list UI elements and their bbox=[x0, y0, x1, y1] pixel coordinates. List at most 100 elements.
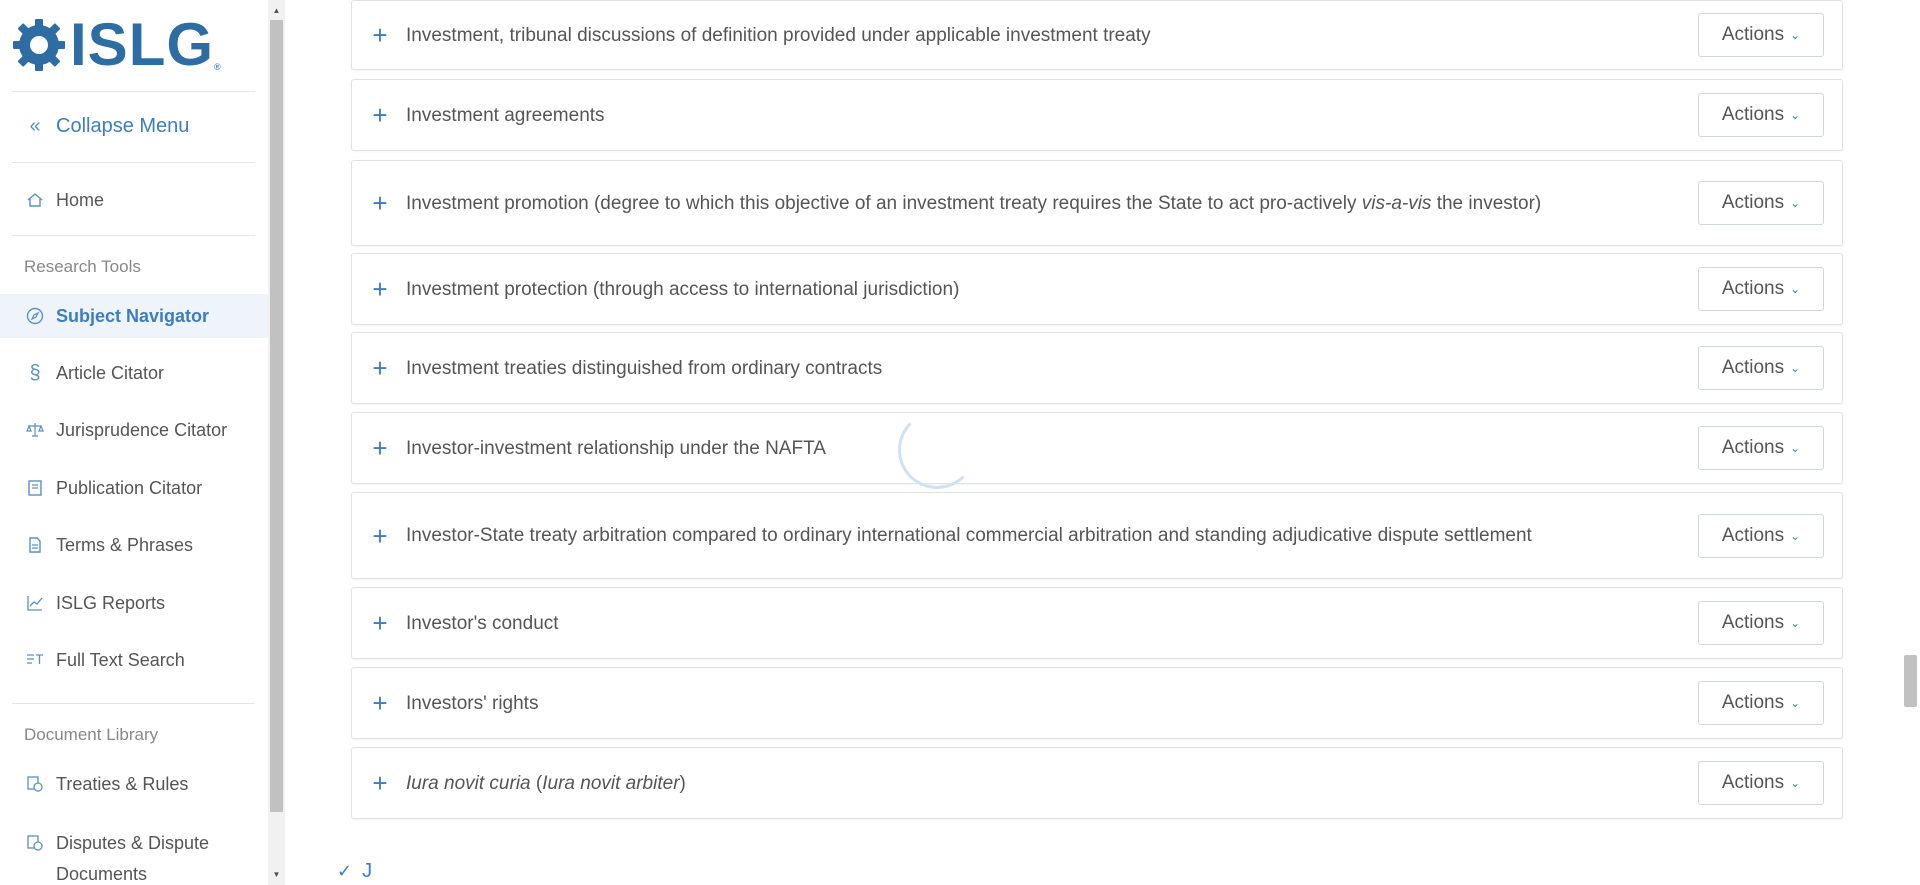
subject-row[interactable]: + Iura novit curia (Iura novit arbiter) … bbox=[351, 747, 1843, 819]
actions-dropdown-button[interactable]: Actions ⌄ bbox=[1698, 267, 1824, 311]
chevron-down-icon: ⌄ bbox=[1790, 28, 1801, 42]
subject-list: + Investment, tribunal discussions of de… bbox=[285, 0, 1901, 885]
sidebar-scrollbar-thumb[interactable] bbox=[270, 20, 283, 812]
sidebar-item-label: Full Text Search bbox=[56, 649, 185, 670]
subject-row[interactable]: + Investment agreements Actions ⌄ bbox=[351, 79, 1843, 151]
actions-dropdown-button[interactable]: Actions ⌄ bbox=[1698, 513, 1824, 558]
actions-dropdown-button[interactable]: Actions ⌄ bbox=[1698, 681, 1824, 725]
collapse-menu-label: Collapse Menu bbox=[56, 114, 190, 137]
expand-plus-icon[interactable]: + bbox=[370, 523, 390, 549]
research-tools-heading: Research Tools bbox=[24, 257, 141, 276]
disputes-icon bbox=[24, 832, 46, 854]
chevron-down-icon: ⌄ bbox=[1790, 441, 1801, 455]
subject-label: Investor-State treaty arbitration compar… bbox=[406, 525, 1532, 546]
sidebar-divider bbox=[12, 91, 255, 92]
double-chevron-left-icon: « bbox=[29, 114, 41, 137]
document-icon bbox=[24, 534, 46, 556]
expand-plus-icon[interactable]: + bbox=[370, 102, 390, 128]
subject-row[interactable]: + Investor-State treaty arbitration comp… bbox=[351, 492, 1843, 579]
subject-label: Investors' rights bbox=[406, 692, 539, 714]
sidebar-item-subject-navigator[interactable]: Subject Navigator bbox=[0, 294, 268, 338]
subject-label: Investor's conduct bbox=[406, 612, 559, 634]
sidebar-divider bbox=[12, 703, 255, 704]
subject-label-italic: Iura novit curia bbox=[406, 772, 531, 794]
subject-label-italic: Iura novit arbiter bbox=[542, 772, 680, 794]
expand-plus-icon[interactable]: + bbox=[370, 276, 390, 302]
logo-wordmark: ISLG bbox=[70, 11, 215, 78]
actions-label: Actions bbox=[1721, 192, 1785, 213]
sidebar-item-terms-phrases[interactable]: Terms & Phrases bbox=[0, 523, 268, 567]
subject-label: Investment treaties distinguished from o… bbox=[406, 357, 883, 379]
subject-row[interactable]: + Investment, tribunal discussions of de… bbox=[351, 0, 1843, 70]
sidebar-item-label: Treaties & Rules bbox=[56, 773, 189, 794]
logo-registered-mark: ® bbox=[214, 62, 221, 72]
subject-row[interactable]: + Investor-investment relationship under… bbox=[351, 412, 1843, 484]
islg-logo[interactable]: ISLG ® bbox=[12, 11, 221, 78]
scroll-up-arrow-icon[interactable]: ▲ bbox=[268, 2, 285, 19]
actions-dropdown-button[interactable]: Actions ⌄ bbox=[1698, 13, 1824, 57]
subject-row[interactable]: + Investment treaties distinguished from… bbox=[351, 332, 1843, 404]
chevron-down-icon: ⌄ bbox=[1790, 361, 1801, 375]
book-icon bbox=[24, 477, 46, 499]
sidebar-item-full-text-search[interactable]: Full Text Search bbox=[0, 638, 268, 682]
sidebar-item-home[interactable]: Home bbox=[0, 178, 268, 222]
sidebar-item-publication-citator[interactable]: Publication Citator bbox=[0, 466, 268, 510]
subject-label: Iura novit curia (Iura novit arbiter) bbox=[406, 769, 1842, 798]
document-library-heading: Document Library bbox=[24, 725, 159, 744]
subject-label: Investment, tribunal discussions of defi… bbox=[406, 24, 1151, 46]
expand-plus-icon[interactable]: + bbox=[370, 610, 390, 636]
sidebar-item-article-citator[interactable]: § Article Citator bbox=[0, 351, 268, 395]
sidebar-item-treaties-rules[interactable]: Treaties & Rules bbox=[0, 762, 268, 806]
sidebar-item-label: ISLG Reports bbox=[56, 592, 166, 613]
loading-spinner bbox=[898, 411, 976, 489]
chevron-down-icon: ⌄ bbox=[1790, 196, 1801, 210]
actions-label: Actions bbox=[1721, 524, 1785, 546]
actions-dropdown-button[interactable]: Actions ⌄ bbox=[1698, 426, 1824, 470]
sidebar-item-jurisprudence-citator[interactable]: Jurisprudence Citator bbox=[0, 408, 268, 452]
chevron-down-icon: ⌄ bbox=[1790, 528, 1801, 543]
sidebar-scrollbar[interactable]: ▲ ▼ bbox=[268, 0, 285, 885]
subject-label-part: ( bbox=[530, 772, 543, 794]
actions-label: Actions bbox=[1721, 24, 1785, 45]
subject-row[interactable]: + Investor's conduct Actions ⌄ bbox=[351, 587, 1843, 659]
sidebar-item-disputes[interactable]: Disputes & Dispute Documents bbox=[0, 820, 268, 885]
subject-row[interactable]: + Investment promotion (degree to which … bbox=[351, 160, 1843, 246]
collapse-menu-button[interactable]: « Collapse Menu bbox=[0, 104, 268, 148]
actions-dropdown-button[interactable]: Actions ⌄ bbox=[1698, 346, 1824, 390]
subject-row[interactable]: + Investment protection (through access … bbox=[351, 253, 1843, 325]
expand-plus-icon[interactable]: + bbox=[370, 770, 390, 796]
scales-icon bbox=[24, 419, 46, 441]
page-scrollbar[interactable] bbox=[1901, 0, 1920, 885]
subject-label: Investor-investment relationship under t… bbox=[406, 437, 826, 459]
chevron-down-icon: ⌄ bbox=[1790, 108, 1801, 122]
expand-plus-icon[interactable]: + bbox=[370, 435, 390, 461]
chevron-down-icon: ⌄ bbox=[1790, 282, 1801, 296]
letter-section-toggle[interactable]: ✓ J bbox=[337, 860, 372, 883]
compass-icon bbox=[24, 305, 46, 327]
expand-plus-icon[interactable]: + bbox=[370, 355, 390, 381]
actions-dropdown-button[interactable]: Actions ⌄ bbox=[1698, 601, 1824, 645]
sidebar-divider bbox=[12, 235, 255, 236]
sidebar-item-islg-reports[interactable]: ISLG Reports bbox=[0, 581, 268, 625]
page-scrollbar-thumb[interactable] bbox=[1904, 655, 1917, 707]
subject-row[interactable]: + Investors' rights Actions ⌄ bbox=[351, 667, 1843, 739]
home-icon bbox=[24, 189, 46, 211]
sidebar: ISLG ® « Collapse Menu Home Research Too… bbox=[0, 0, 268, 885]
actions-label: Actions bbox=[1721, 437, 1785, 458]
checkmark-icon: ✓ bbox=[337, 861, 353, 881]
actions-label: Actions bbox=[1721, 104, 1785, 125]
actions-label: Actions bbox=[1721, 278, 1785, 299]
sidebar-item-label: Disputes & Dispute Documents bbox=[56, 833, 210, 884]
chart-line-icon bbox=[24, 592, 46, 614]
actions-dropdown-button[interactable]: Actions ⌄ bbox=[1698, 761, 1824, 805]
expand-plus-icon[interactable]: + bbox=[370, 190, 390, 216]
expand-plus-icon[interactable]: + bbox=[370, 690, 390, 716]
actions-dropdown-button[interactable]: Actions ⌄ bbox=[1698, 93, 1824, 137]
chevron-down-icon: ⌄ bbox=[1790, 696, 1801, 710]
subject-label: Investment protection (through access to… bbox=[406, 278, 960, 300]
actions-dropdown-button[interactable]: Actions ⌄ bbox=[1698, 181, 1824, 225]
expand-plus-icon[interactable]: + bbox=[370, 22, 390, 48]
subject-label: Investment agreements bbox=[406, 104, 605, 126]
sidebar-item-label: Jurisprudence Citator bbox=[56, 419, 228, 440]
scroll-down-arrow-icon[interactable]: ▼ bbox=[268, 866, 285, 883]
